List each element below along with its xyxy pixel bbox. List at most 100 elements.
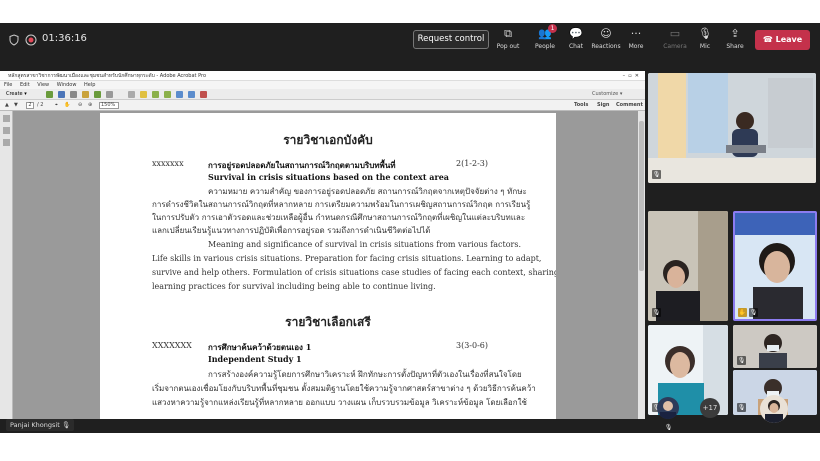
chat-button[interactable]: 💬 Chat [559, 26, 593, 56]
camera-off-icon: ▭ [669, 27, 681, 40]
upload-icon[interactable] [94, 91, 101, 98]
shield-icon [9, 34, 19, 46]
acrobat-title: หลักสูตรสาขาวิชาการพัฒนาเมืองและชุมชนสำห… [8, 73, 207, 79]
sign-tab[interactable]: Sign [597, 100, 609, 111]
combine-icon[interactable] [188, 91, 195, 98]
course1-desc-th-line: ความหมาย ความสำคัญ ของการอยู่รอดปลอดภัย … [208, 187, 527, 196]
participant-video-tile-active-speaker[interactable]: ✋ 🎙 [733, 211, 817, 321]
course2-desc-th-line: เริ่มจากตนเองเชื่อมโยงกับบริบทพื้นที่ชุม… [152, 384, 536, 393]
mic-off-icon: 🎙 [698, 27, 712, 40]
scrollbar-thumb[interactable] [639, 121, 644, 271]
bookmarks-icon[interactable] [3, 139, 10, 146]
mic-button[interactable]: 🎙 Mic [688, 26, 722, 56]
teams-meeting-window: 01:36:16 Request control ⧉ Pop out 👥 1 P… [0, 23, 820, 433]
participant-video-tile[interactable]: 🎙 [733, 325, 817, 368]
window-controls[interactable]: – ▫ ✕ [623, 71, 639, 81]
page-number-input[interactable]: 2 [26, 102, 34, 109]
participant-avatar[interactable] [657, 397, 679, 419]
meeting-timer: 01:36:16 [42, 33, 87, 44]
pages-panel-icon[interactable] [3, 115, 10, 122]
settings-icon[interactable] [106, 91, 113, 98]
course1-desc-en-line: learning practices for survival includin… [152, 282, 436, 291]
email-icon[interactable] [82, 91, 89, 98]
reactions-label: Reactions [591, 43, 621, 50]
highlight-icon[interactable] [152, 91, 159, 98]
pdf-icon[interactable] [200, 91, 207, 98]
section-heading-elective: รายวิชาเลือกเสรี [285, 315, 371, 329]
people-button[interactable]: 👥 1 People [528, 24, 562, 56]
more-participants-button[interactable]: +17 [700, 398, 720, 418]
mic-icon: 🎙 [61, 421, 71, 429]
print-icon[interactable] [70, 91, 77, 98]
acrobat-navigation-pane [0, 111, 13, 419]
vertical-scrollbar[interactable] [638, 111, 645, 419]
zoom-out-icon[interactable]: ⊖ [78, 100, 82, 111]
more-button[interactable]: ··· More [619, 26, 653, 56]
course2-code: XXXXXXX [152, 341, 192, 350]
menu-view[interactable]: View [37, 82, 49, 88]
save-icon[interactable] [58, 91, 65, 98]
zoom-select[interactable]: 150% [99, 102, 119, 109]
acrobat-title-bar: หลักสูตรสาขาวิชาการพัฒนาเมืองและชุมชนสำห… [0, 71, 645, 81]
menu-file[interactable]: File [4, 82, 12, 88]
pop-out-icon: ⧉ [504, 27, 512, 40]
participant-video-image [648, 73, 816, 183]
customize-button[interactable]: Customize ▾ [592, 89, 622, 100]
shared-screen-acrobat: หลักสูตรสาขาวิชาการพัฒนาเมืองและชุมชนสำห… [0, 71, 645, 419]
menu-help[interactable]: Help [84, 82, 95, 88]
section-heading-required: รายวิชาเอกบังคับ [283, 133, 373, 147]
acrobat-toolbar: Create ▾ Customize ▾ [0, 89, 645, 100]
mic-off-icon: 🎙 [737, 356, 746, 365]
course1-desc-th-line: ในการปรับตัว การเอาตัวรอดและช่วยเหลือผู้… [152, 213, 526, 222]
open-icon[interactable] [46, 91, 53, 98]
reactions-icon: ☺ [600, 27, 612, 40]
more-label: More [628, 43, 644, 50]
comment-tab[interactable]: Comment [616, 100, 643, 111]
participant-video-tile[interactable]: 🎙 [648, 73, 816, 183]
create-label: Create [6, 91, 23, 97]
camera-button[interactable]: ▭ Camera [658, 26, 692, 56]
meeting-top-bar: 01:36:16 Request control ⧉ Pop out 👥 1 P… [0, 23, 820, 57]
tools-tab[interactable]: Tools [574, 100, 588, 111]
comment-icon[interactable] [140, 91, 147, 98]
stamp-icon[interactable] [164, 91, 171, 98]
mic-off-icon: 🎙 [664, 424, 673, 431]
course2-desc-th-line: การสร้างองค์ความรู้โดยการศึกษาวิเคราะห์ … [208, 370, 522, 379]
course2-credits: 3(3-0-6) [456, 341, 489, 350]
participant-video-tile[interactable]: 🎙 [648, 211, 728, 321]
leave-button[interactable]: ☎ Leave [755, 30, 810, 50]
page-current: 2 [28, 102, 32, 108]
course2-title-th: การศึกษาค้นคว้าด้วยตนเอง 1 [208, 342, 312, 352]
phone-hangup-icon: ☎ [762, 35, 776, 44]
course1-desc-th-line: แลกเปลี่ยนเรียนรู้แนวทางการปฏิบัติเพื่อก… [152, 226, 431, 235]
request-control-button[interactable]: Request control [413, 30, 489, 49]
select-tool-icon[interactable]: ⌖ [55, 100, 58, 111]
course1-title-en: Survival in crisis situations based on t… [208, 172, 449, 182]
share-button[interactable]: ⇪ Share [718, 26, 752, 56]
course2-title-en: Independent Study 1 [208, 354, 302, 364]
prev-page-icon[interactable]: ▲ [5, 100, 9, 111]
attachments-icon[interactable] [3, 127, 10, 134]
mic-off-icon: 🎙 [652, 308, 661, 317]
course1-desc-en-line: survive and help others. Formulation of … [152, 268, 556, 277]
chat-label: Chat [568, 43, 584, 50]
menu-edit[interactable]: Edit [20, 82, 30, 88]
create-button[interactable]: Create ▾ [6, 89, 27, 100]
menu-window[interactable]: Window [57, 82, 77, 88]
gear-icon[interactable] [128, 91, 135, 98]
people-badge: 1 [548, 24, 557, 33]
course1-desc-en-line: Life skills in various crisis situations… [152, 254, 542, 263]
acrobat-nav-toolbar: ▲ ▼ 2 / 2 ⌖ ✋ ⊖ ⊕ 150% Tools Sign Commen… [0, 100, 645, 111]
hand-tool-icon[interactable]: ✋ [64, 100, 70, 111]
participant-avatar[interactable] [760, 395, 788, 423]
next-page-icon[interactable]: ▼ [14, 100, 18, 111]
participant-video-image [735, 213, 815, 319]
pop-out-label: Pop out [496, 43, 520, 50]
mic-label: Mic [699, 43, 711, 50]
reactions-button[interactable]: ☺ Reactions [589, 26, 623, 56]
pop-out-button[interactable]: ⧉ Pop out [491, 26, 525, 56]
course1-code: xxxxxxx [152, 159, 184, 168]
attach-icon[interactable] [176, 91, 183, 98]
zoom-in-icon[interactable]: ⊕ [88, 100, 92, 111]
acrobat-menu-bar: File Edit View Window Help [0, 81, 645, 89]
